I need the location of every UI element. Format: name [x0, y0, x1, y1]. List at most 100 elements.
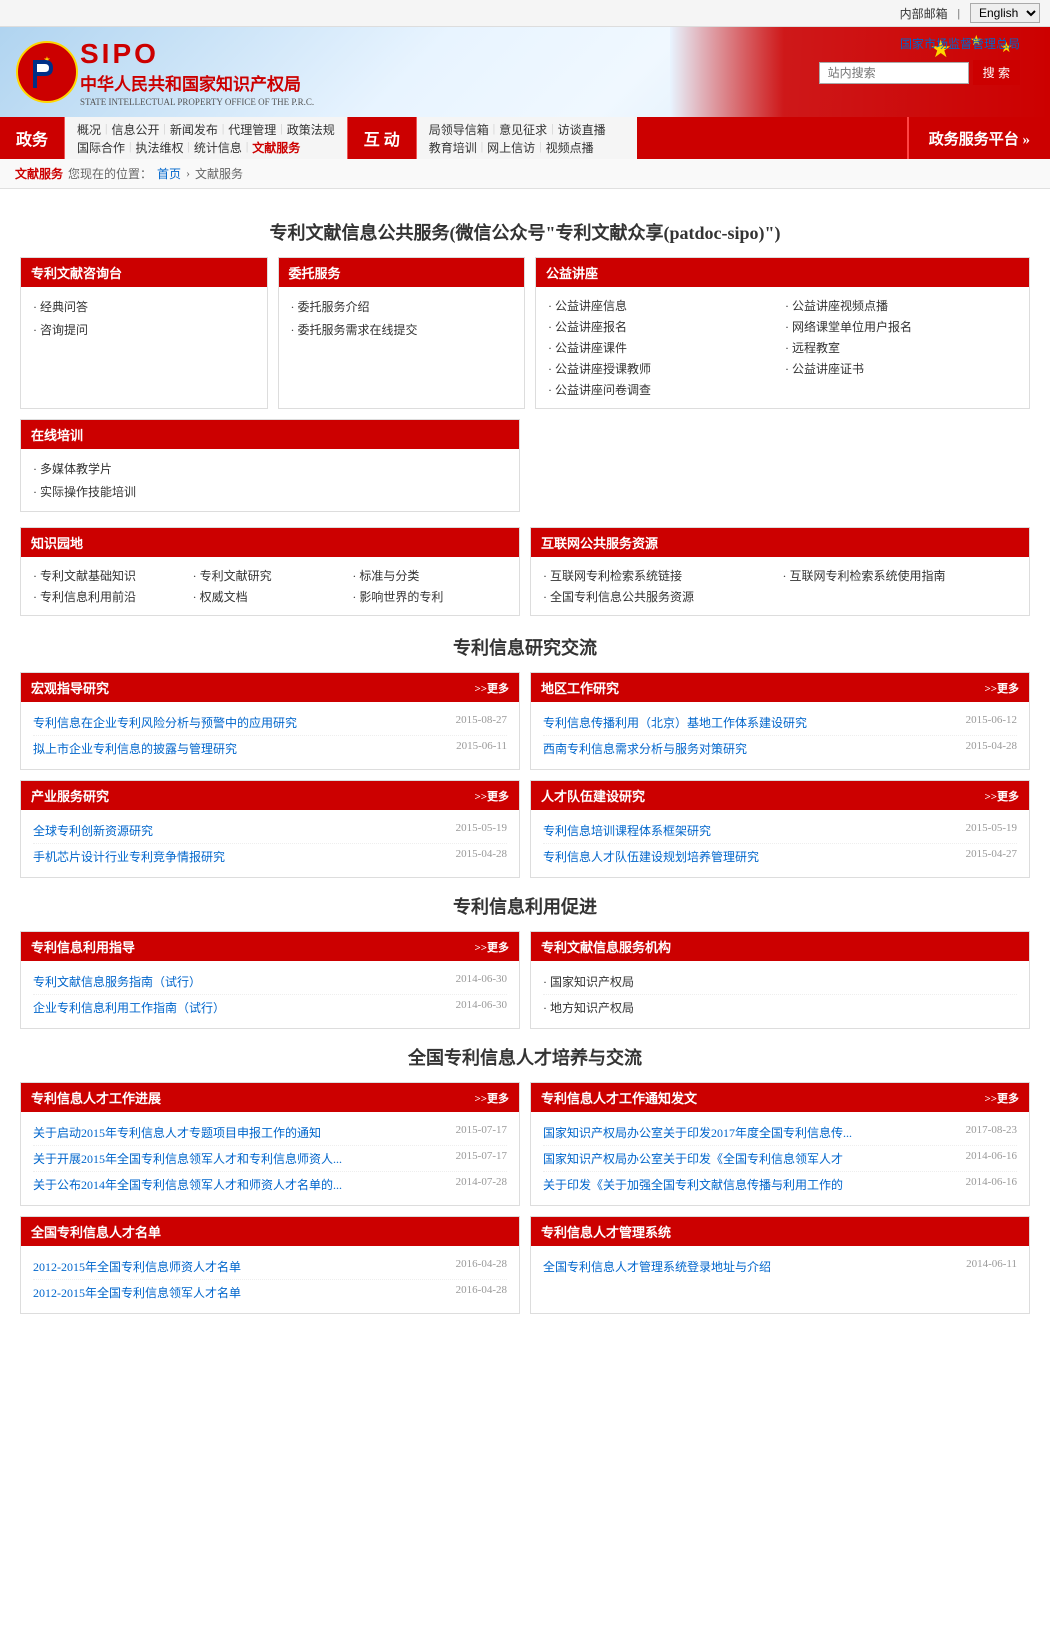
- nav-jiaoyu[interactable]: 教育培训: [429, 139, 477, 156]
- research-box4-more[interactable]: >>更多: [984, 788, 1019, 804]
- patent-use-box2: 专利文献信息服务机构 · 国家知识产权局 · 地方知识产权局: [530, 931, 1030, 1029]
- research-box1-label: 宏观指导研究: [31, 678, 109, 697]
- research-box3-label: 产业服务研究: [31, 786, 109, 805]
- item-date: 2015-06-11: [456, 740, 507, 757]
- list-item: · 标准与分类: [352, 565, 507, 586]
- search-input[interactable]: [819, 62, 969, 84]
- item-date: 2016-04-28: [456, 1284, 507, 1301]
- nav-hudong-label[interactable]: 互 动: [347, 117, 417, 159]
- box-training: 在线培训 · 多媒体教学片 · 实际操作技能培训: [20, 419, 520, 512]
- research-box3-more[interactable]: >>更多: [474, 788, 509, 804]
- list-item: · 委托服务需求在线提交: [291, 318, 513, 341]
- consulting-item1[interactable]: 经典问答: [40, 300, 88, 314]
- nav-wenxian[interactable]: 文献服务: [252, 139, 300, 156]
- nav-wangshang[interactable]: 网上信访: [487, 139, 535, 156]
- research-item: 专利信息在企业专利风险分析与预警中的应用研究 2015-08-27: [33, 710, 507, 736]
- list-item: · 公益讲座报名: [548, 316, 780, 337]
- item-date: 2015-08-27: [456, 714, 507, 731]
- item-date: 2015-04-28: [966, 740, 1017, 757]
- service-row2: 在线培训 · 多媒体教学片 · 实际操作技能培训: [20, 419, 1030, 512]
- talent-box2-more[interactable]: >>更多: [984, 1090, 1019, 1106]
- research-box4-label: 人才队伍建设研究: [541, 786, 645, 805]
- breadcrumb-location-label: 您现在的位置：: [68, 165, 152, 182]
- nav-zhifa[interactable]: 执法维权: [135, 139, 183, 156]
- nav-guoji[interactable]: 国际合作: [77, 139, 125, 156]
- item-date: 2014-06-11: [966, 1258, 1017, 1275]
- patent-use-box1-label: 专利信息利用指导: [31, 937, 135, 956]
- research-box3-body: 全球专利创新资源研究 2015-05-19 手机芯片设计行业专利竞争情报研究 2…: [21, 810, 519, 877]
- list-item: · 实际操作技能培训: [33, 480, 507, 503]
- breadcrumb-arrow: ›: [186, 166, 190, 181]
- list-item: · 公益讲座问卷调查: [548, 379, 780, 400]
- list-item: · 网络课堂单位用户报名: [785, 316, 1017, 337]
- talent-item: 关于公布2014年全国专利信息领军人才和师资人才名单的... 2014-07-2…: [33, 1172, 507, 1197]
- box-knowledge: 知识园地 · 专利文献基础知识 · 专利信息利用前沿 · 专利文献研究 · 权威…: [20, 527, 520, 616]
- talent-box3-label: 全国专利信息人才名单: [31, 1222, 161, 1241]
- logo-emblem-icon: ★: [15, 40, 80, 105]
- research-box2-label: 地区工作研究: [541, 678, 619, 697]
- research-box3: 产业服务研究 >>更多 全球专利创新资源研究 2015-05-19 手机芯片设计…: [20, 780, 520, 878]
- patent-use-box1-body: 专利文献信息服务指南（试行） 2014-06-30 企业专利信息利用工作指南（试…: [21, 961, 519, 1028]
- talent-box3-body: 2012-2015年全国专利信息师资人才名单 2016-04-28 2012-2…: [21, 1246, 519, 1313]
- research-box1-more[interactable]: >>更多: [474, 680, 509, 696]
- nav-zhengce[interactable]: 政策法规: [287, 121, 335, 138]
- patent-item: 企业专利信息利用工作指南（试行） 2014-06-30: [33, 995, 507, 1020]
- list-item: · 权威文档: [193, 586, 348, 607]
- research-box2-more[interactable]: >>更多: [984, 680, 1019, 696]
- nav-daili[interactable]: 代理管理: [228, 121, 276, 138]
- nav-yijian[interactable]: 意见征求: [499, 121, 547, 138]
- item-date: 2014-06-30: [456, 999, 507, 1016]
- nav-zhengwu-label[interactable]: 政务: [0, 117, 65, 159]
- language-select[interactable]: English: [970, 3, 1040, 23]
- nav-fangtan[interactable]: 访谈直播: [558, 121, 606, 138]
- nav-juling[interactable]: 局领导信箱: [429, 121, 489, 138]
- patent-item: · 国家知识产权局: [543, 969, 1017, 995]
- talent-box1: 专利信息人才工作进展 >>更多 关于启动2015年专利信息人才专题项目申报工作的…: [20, 1082, 520, 1206]
- list-item: · 委托服务介绍: [291, 295, 513, 318]
- nav-hudong-row1: 局领导信箱| 意见征求| 访谈直播: [429, 121, 625, 138]
- research-box1-body: 专利信息在企业专利风险分析与预警中的应用研究 2015-08-27 拟上市企业专…: [21, 702, 519, 769]
- nav-shipin[interactable]: 视频点播: [546, 139, 594, 156]
- nav-bar: 政务 概况| 信息公开| 新闻发布| 代理管理| 政策法规 国际合作| 执法维权…: [0, 117, 1050, 159]
- market-link[interactable]: 国家市场监督管理总局: [900, 35, 1020, 52]
- patent-item: 专利文献信息服务指南（试行） 2014-06-30: [33, 969, 507, 995]
- patent-use-grid: 专利信息利用指导 >>更多 专利文献信息服务指南（试行） 2014-06-30 …: [20, 931, 1030, 1029]
- talent-box2-label: 专利信息人才工作通知发文: [541, 1088, 697, 1107]
- list-item: · 经典问答: [33, 295, 255, 318]
- nav-xinwen[interactable]: 新闻发布: [170, 121, 218, 138]
- talent-box2-body: 国家知识产权局办公室关于印发2017年度全国专利信息传... 2017-08-2…: [531, 1112, 1029, 1205]
- patent-use-box2-header: 专利文献信息服务机构: [531, 932, 1029, 961]
- talent-item: 2012-2015年全国专利信息领军人才名单 2016-04-28: [33, 1280, 507, 1305]
- nav-hudong-row2: 教育培训| 网上信访| 视频点播: [429, 139, 625, 156]
- patent-use-box1: 专利信息利用指导 >>更多 专利文献信息服务指南（试行） 2014-06-30 …: [20, 931, 520, 1029]
- research-box4: 人才队伍建设研究 >>更多 专利信息培训课程体系框架研究 2015-05-19 …: [530, 780, 1030, 878]
- commission-item2[interactable]: 委托服务需求在线提交: [298, 323, 418, 337]
- patent-use-box2-label: 专利文献信息服务机构: [541, 937, 671, 956]
- section4-title: 全国专利信息人才培养与交流: [20, 1044, 1030, 1070]
- breadcrumb-home[interactable]: 首页: [157, 165, 181, 182]
- commission-item1[interactable]: 委托服务介绍: [298, 300, 370, 314]
- nav-hudong-links: 局领导信箱| 意见征求| 访谈直播 教育培训| 网上信访| 视频点播: [417, 117, 637, 159]
- talent-box1-more[interactable]: >>更多: [474, 1090, 509, 1106]
- nav-gaiyuan[interactable]: 概况: [77, 121, 101, 138]
- patent-use-box1-more[interactable]: >>更多: [474, 939, 509, 955]
- internal-mail-label: 内部邮箱: [900, 5, 948, 22]
- consulting-item2[interactable]: 咨询提问: [40, 323, 88, 337]
- box-knowledge-body: · 专利文献基础知识 · 专利信息利用前沿 · 专利文献研究 · 权威文档 · …: [21, 557, 519, 615]
- nav-row1: 概况| 信息公开| 新闻发布| 代理管理| 政策法规: [77, 121, 335, 138]
- nav-xinxi[interactable]: 信息公开: [111, 121, 159, 138]
- section3-title: 专利信息利用促进: [20, 893, 1030, 919]
- research-box2-body: 专利信息传播利用（北京）基地工作体系建设研究 2015-06-12 西南专利信息…: [531, 702, 1029, 769]
- breadcrumb: 文献服务 您现在的位置： 首页 › 文献服务: [0, 159, 1050, 189]
- list-item: · 远程教室: [785, 337, 1017, 358]
- list-item: · 公益讲座课件: [548, 337, 780, 358]
- breadcrumb-section: 文献服务: [15, 165, 63, 182]
- nav-tongji[interactable]: 统计信息: [194, 139, 242, 156]
- talent-item: 2012-2015年全国专利信息师资人才名单 2016-04-28: [33, 1254, 507, 1280]
- talent-box3: 全国专利信息人才名单 2012-2015年全国专利信息师资人才名单 2016-0…: [20, 1216, 520, 1314]
- list-item: · 多媒体教学片: [33, 457, 507, 480]
- cn-title: 中华人民共和国家知识产权局: [80, 70, 314, 95]
- platform-button[interactable]: 政务服务平台 »: [907, 117, 1050, 159]
- research-grid: 宏观指导研究 >>更多 专利信息在企业专利风险分析与预警中的应用研究 2015-…: [20, 672, 1030, 878]
- search-button[interactable]: 搜 索: [973, 60, 1020, 85]
